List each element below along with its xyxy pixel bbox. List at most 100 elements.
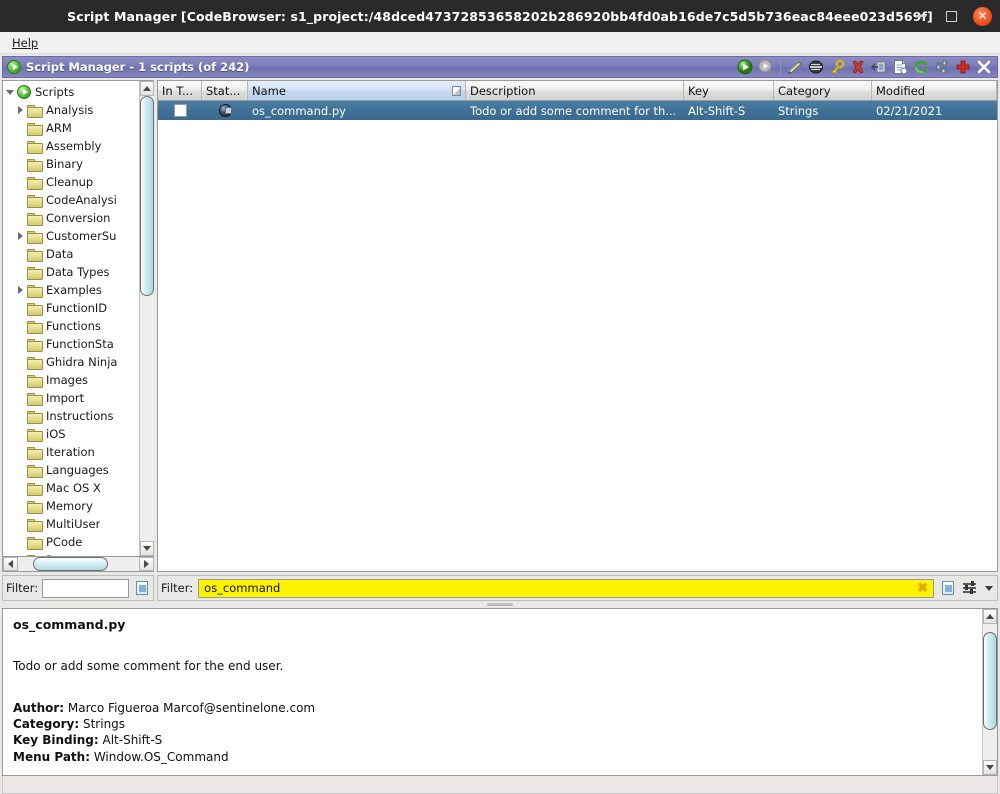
pane-splitter[interactable] xyxy=(2,601,998,608)
column-header-key[interactable]: Key xyxy=(684,81,774,100)
tree-root-scripts[interactable]: Scripts xyxy=(3,83,139,101)
tree-item-mac-os-x[interactable]: Mac OS X xyxy=(3,479,139,497)
edit-script-button[interactable] xyxy=(786,58,804,76)
tree-scroll-track[interactable] xyxy=(140,96,154,541)
tree-item-instructions[interactable]: Instructions xyxy=(3,407,139,425)
tree-scroll-thumb[interactable] xyxy=(140,96,154,296)
description-metadata: Author: Marco Figueroa Marcof@sentinelon… xyxy=(13,700,972,765)
column-header-category[interactable]: Category xyxy=(774,81,872,100)
cell-in-tool[interactable] xyxy=(158,101,202,120)
folder-icon xyxy=(27,374,42,386)
menu-item-help-label: Help xyxy=(12,36,38,50)
tree-filter-options-icon[interactable] xyxy=(133,580,150,597)
new-script-button[interactable] xyxy=(891,58,909,76)
metadata-label: Key Binding: xyxy=(13,733,99,747)
tree-item-ios[interactable]: iOS xyxy=(3,425,139,443)
tree-item-iteration[interactable]: Iteration xyxy=(3,443,139,461)
minimize-button[interactable] xyxy=(913,8,929,24)
tree-filter-group: Filter: xyxy=(2,575,154,601)
scroll-down-arrow-icon[interactable] xyxy=(140,541,154,556)
scroll-right-arrow-icon[interactable] xyxy=(139,557,154,571)
tree-item-arm[interactable]: ARM xyxy=(3,119,139,137)
tree-item-label: Images xyxy=(46,373,88,387)
desc-scroll-up-arrow-icon[interactable] xyxy=(983,609,997,624)
chevron-down-icon[interactable] xyxy=(983,580,994,597)
script-directories-button[interactable] xyxy=(933,58,951,76)
column-header-name[interactable]: Name xyxy=(248,81,466,100)
tree-item-languages[interactable]: Languages xyxy=(3,461,139,479)
tree-item-customersu[interactable]: CustomerSu xyxy=(3,227,139,245)
desc-scroll-down-arrow-icon[interactable] xyxy=(983,760,997,775)
tree-item-analysis[interactable]: Analysis xyxy=(3,101,139,119)
scripts-table-body: os_command.pyTodo or add some comment fo… xyxy=(158,101,997,571)
tree-item-examples[interactable]: Examples xyxy=(3,281,139,299)
desc-scroll-track[interactable] xyxy=(983,624,997,760)
tree-hscroll-track[interactable] xyxy=(18,557,139,571)
tree-item-ghidra-ninja[interactable]: Ghidra Ninja xyxy=(3,353,139,371)
help-button[interactable] xyxy=(954,58,972,76)
script-category-tree[interactable]: Scripts AnalysisARMAssemblyBinaryCleanup… xyxy=(2,80,154,557)
tree-item-multiuser[interactable]: MultiUser xyxy=(3,515,139,533)
tree-item-import[interactable]: Import xyxy=(3,389,139,407)
column-header-in-tool[interactable]: In T... xyxy=(158,81,202,100)
tree-expand-icon[interactable] xyxy=(13,286,27,294)
menu-item-help[interactable]: Help xyxy=(6,34,44,52)
column-header-status[interactable]: Stat... xyxy=(202,81,248,100)
tree-item-label: PCode xyxy=(46,535,82,549)
tree-item-label: CodeAnalysi xyxy=(46,193,117,207)
tree-item-functionsta[interactable]: FunctionSta xyxy=(3,335,139,353)
tree-item-functionid[interactable]: FunctionID xyxy=(3,299,139,317)
tree-item-images[interactable]: Images xyxy=(3,371,139,389)
close-button[interactable]: ✕ xyxy=(973,7,992,26)
column-header-description[interactable]: Description xyxy=(466,81,684,100)
in-tool-checkbox[interactable] xyxy=(174,104,187,117)
run-script-button[interactable] xyxy=(736,58,754,76)
status-bar xyxy=(2,776,998,794)
column-header-modified[interactable]: Modified xyxy=(872,81,997,100)
tree-filter-input[interactable] xyxy=(42,579,129,598)
tree-toggle-icon[interactable] xyxy=(3,90,17,95)
tree-item-memory[interactable]: Memory xyxy=(3,497,139,515)
key-binding-button[interactable] xyxy=(828,58,846,76)
tree-item-label: CustomerSu xyxy=(46,229,116,243)
folder-icon xyxy=(27,248,42,260)
tree-vertical-scrollbar[interactable] xyxy=(139,81,154,556)
tree-expand-icon[interactable] xyxy=(13,106,27,114)
delete-script-button[interactable] xyxy=(849,58,867,76)
tree-item-codeanalysi[interactable]: CodeAnalysi xyxy=(3,191,139,209)
table-row[interactable]: os_command.pyTodo or add some comment fo… xyxy=(158,101,997,120)
rerun-last-script-button[interactable] xyxy=(757,58,775,76)
table-filter-field[interactable]: ✖ xyxy=(198,579,934,598)
tree-item-data[interactable]: Data xyxy=(3,245,139,263)
tree-item-pcode[interactable]: PCode xyxy=(3,533,139,551)
filter-settings-icon[interactable] xyxy=(961,580,978,597)
column-header-label: Category xyxy=(778,84,831,98)
tree-hscroll-thumb[interactable] xyxy=(33,557,108,571)
tree-item-conversion[interactable]: Conversion xyxy=(3,209,139,227)
tree-expand-icon[interactable] xyxy=(13,232,27,240)
description-vertical-scrollbar[interactable] xyxy=(982,609,997,775)
scroll-up-arrow-icon[interactable] xyxy=(140,81,154,96)
rename-script-button[interactable] xyxy=(870,58,888,76)
tree-item-functions[interactable]: Functions xyxy=(3,317,139,335)
metadata-label: Author: xyxy=(13,701,64,715)
table-filter-input[interactable] xyxy=(202,580,915,596)
tree-item-assembly[interactable]: Assembly xyxy=(3,137,139,155)
desc-scroll-thumb[interactable] xyxy=(983,632,997,730)
tree-filter-label: Filter: xyxy=(6,581,38,595)
tree-item-cleanup[interactable]: Cleanup xyxy=(3,173,139,191)
maximize-button[interactable] xyxy=(943,8,959,24)
tree-item-processor[interactable]: Processor xyxy=(3,551,139,556)
eclipse-edit-button[interactable] xyxy=(807,58,825,76)
tree-item-binary[interactable]: Binary xyxy=(3,155,139,173)
close-panel-button[interactable] xyxy=(975,58,993,76)
refresh-button[interactable] xyxy=(912,58,930,76)
folder-icon xyxy=(27,230,42,242)
column-header-label: Description xyxy=(470,84,536,98)
metadata-value: Alt-Shift-S xyxy=(103,733,163,747)
tree-item-data-types[interactable]: Data Types xyxy=(3,263,139,281)
filter-options-icon[interactable] xyxy=(939,580,956,597)
scroll-left-arrow-icon[interactable] xyxy=(3,557,18,571)
tree-horizontal-scrollbar[interactable] xyxy=(2,557,154,572)
clear-filter-icon[interactable]: ✖ xyxy=(915,582,930,595)
